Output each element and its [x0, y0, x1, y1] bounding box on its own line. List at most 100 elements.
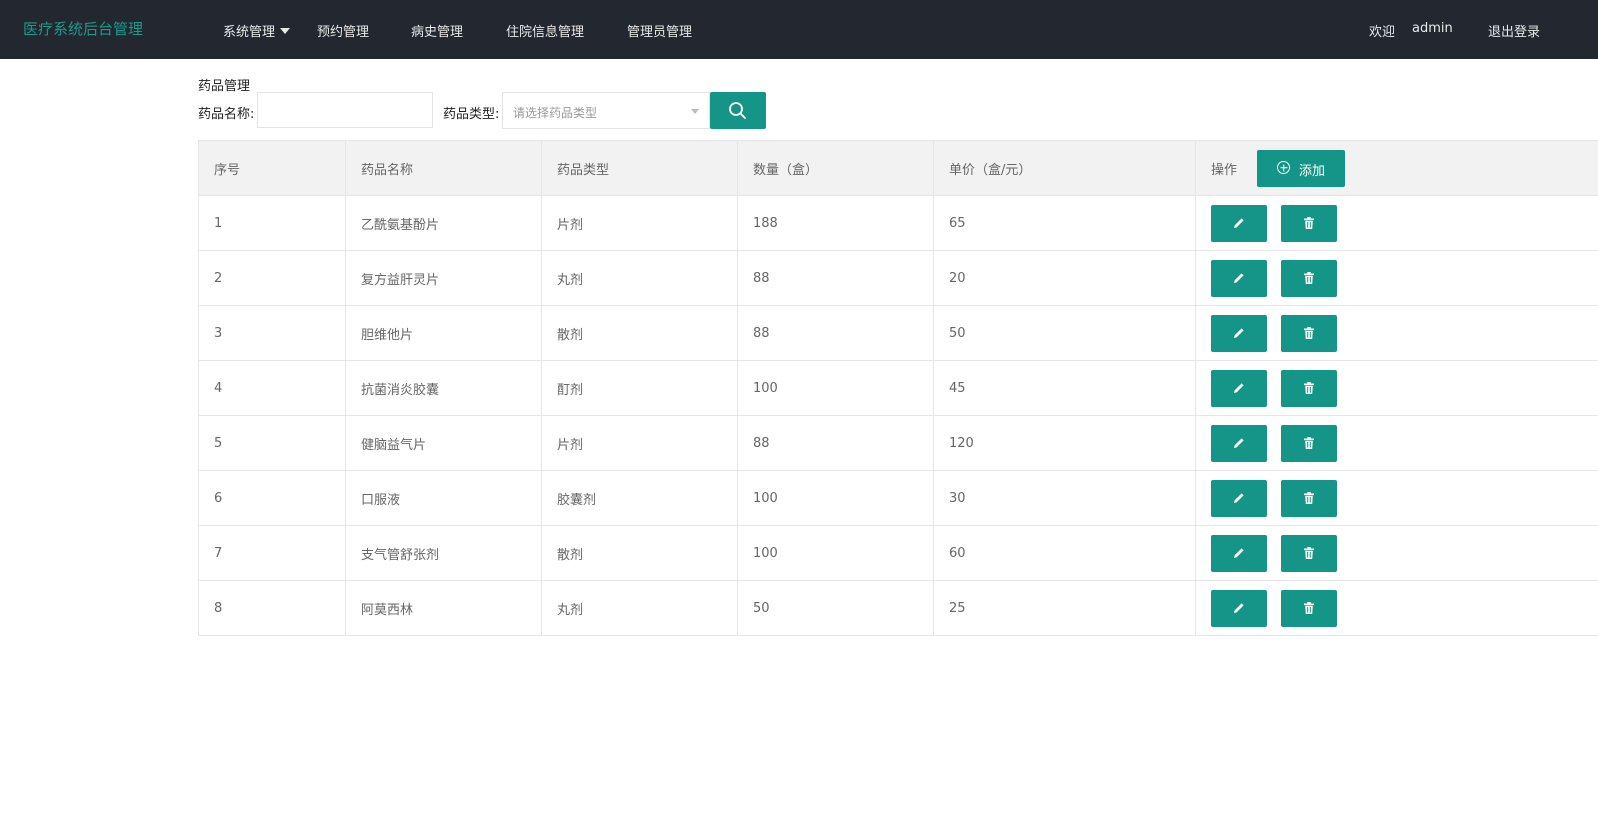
- cell-quantity: 188: [737, 195, 934, 251]
- delete-button[interactable]: [1281, 480, 1337, 517]
- edit-button[interactable]: [1211, 260, 1267, 297]
- cell-price: 50: [933, 305, 1196, 361]
- cell-index: 5: [198, 415, 346, 471]
- cell-drug-name: 支气管舒张剂: [345, 525, 542, 581]
- add-button-label: 添加: [1299, 164, 1326, 179]
- trash-icon: [1304, 272, 1314, 284]
- cell-price: 30: [933, 470, 1196, 526]
- cell-drug-type: 酊剂: [541, 360, 738, 416]
- cell-price: 45: [933, 360, 1196, 416]
- delete-button[interactable]: [1281, 315, 1337, 352]
- edit-button[interactable]: [1211, 315, 1267, 352]
- delete-button[interactable]: [1281, 425, 1337, 462]
- trash-icon: [1304, 217, 1314, 229]
- cell-drug-type: 散剂: [541, 305, 738, 361]
- edit-button[interactable]: [1211, 590, 1267, 627]
- table-row: 3 胆维他片 散剂 88 50: [198, 305, 1598, 361]
- cell-price: 60: [933, 525, 1196, 581]
- edit-button[interactable]: [1211, 535, 1267, 572]
- table-header-row: 序号 药品名称 药品类型 数量（盒） 单价（盒/元） 操作 添加: [198, 140, 1598, 196]
- table-row: 7 支气管舒张剂 散剂 100 60: [198, 525, 1598, 581]
- table-row: 1 乙酰氨基酚片 片剂 188 65: [198, 195, 1598, 251]
- delete-button[interactable]: [1281, 370, 1337, 407]
- cell-index: 6: [198, 470, 346, 526]
- trash-icon: [1304, 492, 1314, 504]
- cell-price: 65: [933, 195, 1196, 251]
- cell-index: 3: [198, 305, 346, 361]
- cell-quantity: 88: [737, 305, 934, 361]
- edit-icon: [1234, 328, 1244, 338]
- cell-drug-type: 散剂: [541, 525, 738, 581]
- cell-index: 7: [198, 525, 346, 581]
- app-brand[interactable]: 医疗系统后台管理: [23, 18, 143, 39]
- nav-admin-management[interactable]: 管理员管理: [627, 21, 692, 40]
- edit-icon: [1234, 438, 1244, 448]
- cell-actions: [1195, 360, 1598, 416]
- cell-drug-type: 胶囊剂: [541, 470, 738, 526]
- delete-button[interactable]: [1281, 590, 1337, 627]
- column-header-name: 药品名称: [345, 140, 542, 196]
- column-header-type: 药品类型: [541, 140, 738, 196]
- edit-icon: [1234, 383, 1244, 393]
- cell-actions: [1195, 525, 1598, 581]
- drug-type-select[interactable]: 请选择药品类型: [502, 92, 710, 129]
- section-title: 药品管理: [198, 79, 251, 94]
- chevron-down-icon: [280, 28, 291, 34]
- cell-actions: [1195, 305, 1598, 361]
- cell-quantity: 88: [737, 250, 934, 306]
- cell-drug-type: 片剂: [541, 415, 738, 471]
- table-row: 5 健脑益气片 片剂 88 120: [198, 415, 1598, 471]
- drug-type-placeholder: 请选择药品类型: [513, 106, 598, 120]
- drug-type-label: 药品类型:: [443, 107, 500, 122]
- cell-index: 1: [198, 195, 346, 251]
- cell-drug-name: 口服液: [345, 470, 542, 526]
- cell-price: 120: [933, 415, 1196, 471]
- top-navbar: 医疗系统后台管理 系统管理 预约管理 病史管理 住院信息管理 管理员管理 欢迎 …: [0, 0, 1598, 59]
- cell-price: 25: [933, 580, 1196, 636]
- cell-actions: [1195, 250, 1598, 306]
- delete-button[interactable]: [1281, 260, 1337, 297]
- cell-actions: [1195, 195, 1598, 251]
- nav-hospitalization-management[interactable]: 住院信息管理: [506, 21, 584, 40]
- trash-icon: [1304, 327, 1314, 339]
- cell-price: 20: [933, 250, 1196, 306]
- nav-history-management[interactable]: 病史管理: [411, 21, 463, 40]
- edit-icon: [1234, 603, 1244, 613]
- cell-drug-name: 抗菌消炎胶囊: [345, 360, 542, 416]
- edit-button[interactable]: [1211, 425, 1267, 462]
- trash-icon: [1304, 437, 1314, 449]
- trash-icon: [1304, 602, 1314, 614]
- drug-name-input[interactable]: [257, 92, 433, 128]
- delete-button[interactable]: [1281, 205, 1337, 242]
- add-drug-button[interactable]: 添加: [1257, 150, 1345, 187]
- cell-quantity: 100: [737, 525, 934, 581]
- drug-name-label: 药品名称:: [198, 107, 255, 122]
- cell-quantity: 100: [737, 470, 934, 526]
- nav-system-management[interactable]: 系统管理: [223, 21, 291, 40]
- edit-icon: [1234, 493, 1244, 503]
- nav-system-management-label: 系统管理: [223, 25, 276, 40]
- cell-drug-type: 片剂: [541, 195, 738, 251]
- cell-drug-type: 丸剂: [541, 580, 738, 636]
- cell-drug-name: 健脑益气片: [345, 415, 542, 471]
- edit-button[interactable]: [1211, 370, 1267, 407]
- table-row: 6 口服液 胶囊剂 100 30: [198, 470, 1598, 526]
- cell-actions: [1195, 580, 1598, 636]
- edit-button[interactable]: [1211, 205, 1267, 242]
- edit-icon: [1234, 273, 1244, 283]
- cell-actions: [1195, 415, 1598, 471]
- username[interactable]: admin: [1412, 21, 1453, 36]
- cell-drug-name: 阿莫西林: [345, 580, 542, 636]
- delete-button[interactable]: [1281, 535, 1337, 572]
- trash-icon: [1304, 547, 1314, 559]
- edit-icon: [1234, 218, 1244, 228]
- logout-link[interactable]: 退出登录: [1488, 21, 1540, 40]
- cell-drug-name: 胆维他片: [345, 305, 542, 361]
- nav-appointment-management[interactable]: 预约管理: [317, 21, 369, 40]
- cell-quantity: 88: [737, 415, 934, 471]
- cell-index: 8: [198, 580, 346, 636]
- edit-button[interactable]: [1211, 480, 1267, 517]
- search-icon: [729, 102, 746, 119]
- plus-circle-icon: [1277, 161, 1290, 174]
- search-button[interactable]: [710, 92, 766, 129]
